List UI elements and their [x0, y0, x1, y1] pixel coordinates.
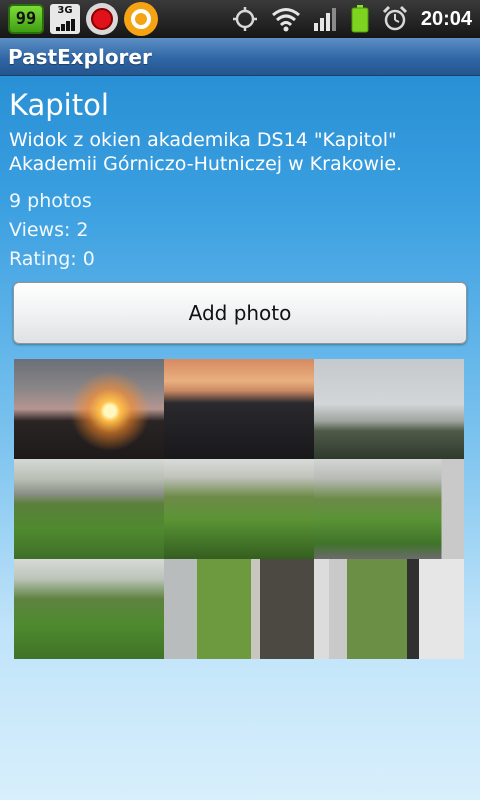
orange-app-icon — [124, 2, 158, 36]
photo-grid — [14, 359, 464, 659]
photo-thumbnail[interactable] — [164, 359, 314, 459]
badge-number: 99 — [15, 9, 37, 29]
app-99-icon: 99 — [8, 4, 44, 34]
add-photo-button[interactable]: Add photo — [13, 282, 467, 344]
cell-signal-icon — [313, 8, 336, 31]
app-title-bar: PastExplorer — [0, 38, 480, 76]
photo-thumbnail[interactable] — [314, 559, 464, 659]
rating: Rating: 0 — [9, 248, 95, 270]
photo-count: 9 photos — [9, 190, 92, 212]
photo-thumbnail[interactable] — [14, 559, 164, 659]
gps-icon — [232, 7, 257, 31]
photo-thumbnail[interactable] — [314, 459, 464, 559]
photo-thumbnail[interactable] — [14, 359, 164, 459]
alarm-icon — [382, 5, 407, 31]
photo-thumbnail[interactable] — [14, 459, 164, 559]
record-icon — [86, 3, 118, 35]
photo-thumbnail[interactable] — [164, 559, 314, 659]
place-description: Widok z okien akademika DS14 "Kapitol" A… — [9, 129, 403, 175]
3g-signal-icon: 3G — [50, 4, 80, 34]
status-time: 20:04 — [420, 7, 472, 30]
app-title: PastExplorer — [8, 45, 152, 69]
place-title: Kapitol — [9, 88, 109, 122]
photo-thumbnail[interactable] — [314, 359, 464, 459]
3g-label: 3G — [57, 5, 73, 16]
view-count: Views: 2 — [9, 219, 89, 241]
battery-icon — [351, 5, 369, 33]
wifi-icon — [271, 8, 300, 32]
status-bar: 99 3G 20:04 — [0, 0, 480, 38]
photo-thumbnail[interactable] — [164, 459, 314, 559]
